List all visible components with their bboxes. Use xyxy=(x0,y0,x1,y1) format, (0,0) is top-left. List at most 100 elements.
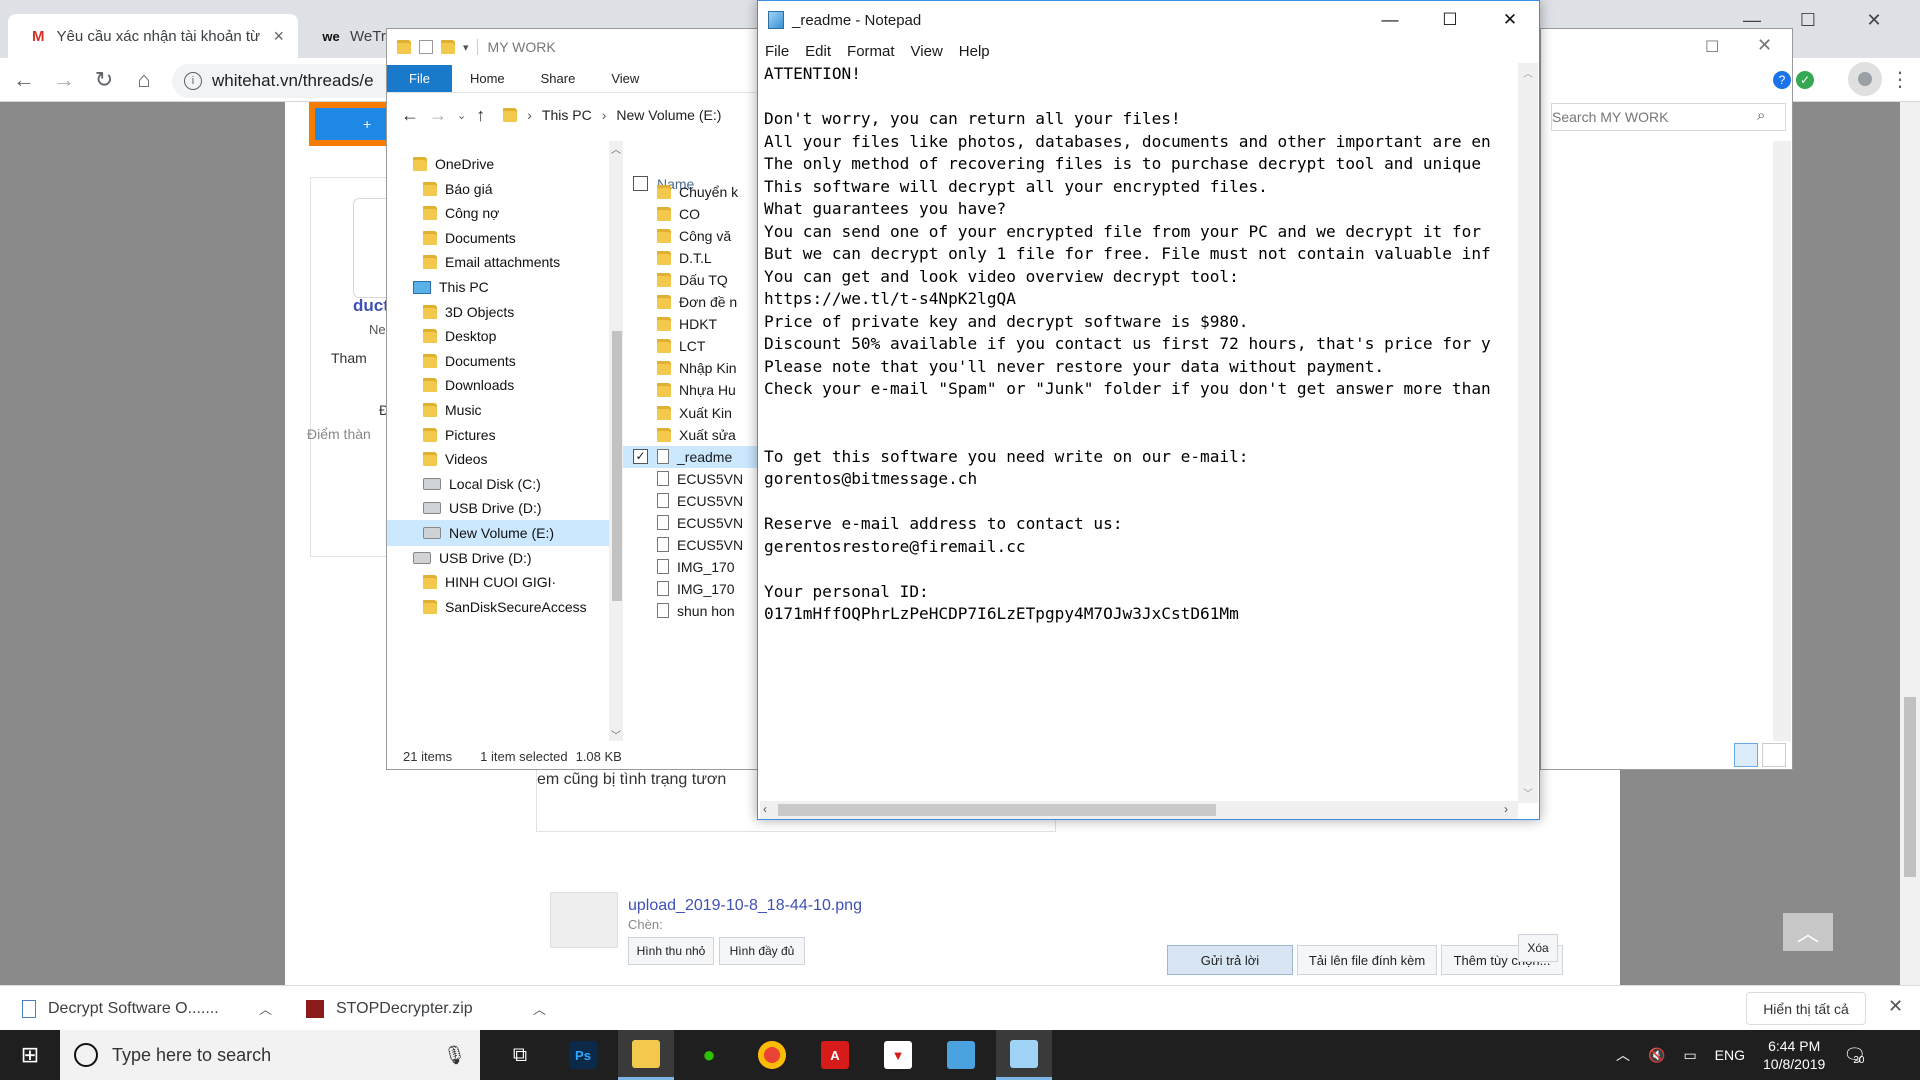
file-row[interactable]: ECUS5VN xyxy=(623,534,757,556)
breadcrumb-volume[interactable]: New Volume (E:) xyxy=(616,107,721,123)
close-download-bar-icon[interactable]: ✕ xyxy=(1888,996,1903,1017)
navigation-scrollbar[interactable]: ︿ ﹀ xyxy=(609,141,623,742)
chevron-up-icon[interactable]: ︿ xyxy=(1523,65,1533,80)
reload-icon[interactable]: ↻ xyxy=(88,64,120,96)
download-item[interactable]: Decrypt Software O....... ︿ xyxy=(22,986,272,1031)
file-row[interactable]: HDKT xyxy=(623,313,757,335)
menu-file[interactable]: File xyxy=(765,43,789,60)
file-row[interactable]: Xuất sửa xyxy=(623,424,757,446)
nav-item[interactable]: This PC xyxy=(387,274,617,300)
file-row[interactable]: Xuất Kin xyxy=(623,402,757,424)
notepad-horizontal-scrollbar[interactable]: ‹ › xyxy=(760,801,1518,819)
browser-close-button[interactable]: ✕ xyxy=(1846,0,1902,40)
nav-item[interactable]: USB Drive (D:) xyxy=(387,495,617,521)
taskbar-clock[interactable]: 6:44 PM 10/8/2019 xyxy=(1763,1037,1825,1073)
show-all-downloads-button[interactable]: Hiển thị tất cả xyxy=(1746,992,1866,1025)
nav-item[interactable]: Documents xyxy=(387,225,617,251)
file-row[interactable]: Đơn đề n xyxy=(623,291,757,313)
chevron-down-icon[interactable]: ﹀ xyxy=(611,727,621,742)
notepad-text-area[interactable]: ATTENTION! Don't worry, you can return al… xyxy=(764,63,1516,803)
search-input[interactable]: Search MY WORK xyxy=(1551,103,1786,131)
new-folder-icon[interactable] xyxy=(441,40,455,54)
file-row[interactable]: ECUS5VN xyxy=(623,490,757,512)
nav-item[interactable]: Documents xyxy=(387,348,617,374)
nav-item[interactable]: Công nợ xyxy=(387,200,617,226)
user-name[interactable]: duct xyxy=(353,296,389,316)
check-badge-icon[interactable]: ✓ xyxy=(1796,71,1814,89)
notepad-app-icon[interactable] xyxy=(996,1030,1052,1080)
insert-thumbnail-button[interactable]: Hình thu nhỏ xyxy=(628,937,714,965)
file-row[interactable]: ✓ _readme xyxy=(623,445,757,468)
ribbon-tab-share[interactable]: Share xyxy=(523,65,594,92)
battery-icon[interactable]: ▭ xyxy=(1683,1047,1696,1064)
breadcrumb-this-pc[interactable]: This PC xyxy=(542,107,592,123)
upload-attachment-button[interactable]: Tải lên file đính kèm xyxy=(1297,945,1437,975)
nav-item[interactable]: Music xyxy=(387,397,617,423)
chevron-up-icon[interactable]: ︿ xyxy=(611,141,621,156)
notepad-close-button[interactable]: ✕ xyxy=(1480,1,1540,39)
page-scrollbar-thumb[interactable] xyxy=(1904,697,1916,877)
ribbon-tab-home[interactable]: Home xyxy=(452,65,523,92)
file-row[interactable]: Nhựa Hu xyxy=(623,379,757,401)
download-item[interactable]: STOPDecrypter.zip ︿ xyxy=(306,986,546,1031)
properties-icon[interactable] xyxy=(419,40,433,54)
attachment-filename[interactable]: upload_2019-10-8_18-44-10.png xyxy=(628,897,862,915)
acrobat-app-icon[interactable]: A xyxy=(807,1030,863,1080)
menu-view[interactable]: View xyxy=(911,43,943,60)
close-tab-icon[interactable]: × xyxy=(273,26,284,47)
file-row[interactable]: ECUS5VN xyxy=(623,468,757,490)
delete-attachment-button[interactable]: Xóa xyxy=(1518,934,1558,962)
chevron-left-icon[interactable]: ‹ xyxy=(763,802,767,816)
scroll-to-top-button[interactable]: ︿ xyxy=(1783,913,1833,951)
chevron-down-icon[interactable]: ▾ xyxy=(463,41,469,54)
file-row[interactable]: IMG_170 xyxy=(623,556,757,578)
microphone-icon[interactable]: 🎙 xyxy=(443,1045,466,1066)
windows-start-icon[interactable]: ⊞ xyxy=(0,1030,60,1080)
chevron-down-icon[interactable]: ⌄ xyxy=(457,109,466,122)
nav-item[interactable]: Báo giá xyxy=(387,176,617,202)
file-row[interactable]: D.T.L xyxy=(623,247,757,269)
notification-icon[interactable]: 🗨 20 xyxy=(1843,1045,1866,1066)
nav-item[interactable]: 3D Objects xyxy=(387,299,617,325)
nav-item[interactable]: USB Drive (D:) xyxy=(387,545,617,571)
notepad-minimize-button[interactable]: — xyxy=(1360,1,1420,39)
chevron-up-icon[interactable]: ︿ xyxy=(533,999,546,1018)
nav-item[interactable]: Desktop xyxy=(387,323,617,349)
forward-arrow-icon[interactable]: → xyxy=(429,105,447,126)
nav-item[interactable]: Downloads xyxy=(387,372,617,398)
back-arrow-icon[interactable]: ← xyxy=(401,105,419,126)
file-row[interactable]: IMG_170 xyxy=(623,578,757,600)
menu-kebab-icon[interactable]: ⋮ xyxy=(1890,62,1910,96)
page-scrollbar[interactable] xyxy=(1900,102,1920,985)
file-row[interactable]: Dấu TQ xyxy=(623,269,757,291)
network-app-icon[interactable] xyxy=(933,1030,989,1080)
speaker-muted-icon[interactable]: 🔇 xyxy=(1648,1047,1665,1064)
file-row[interactable]: shun hon xyxy=(623,600,757,622)
nav-item[interactable]: SanDiskSecureAccess xyxy=(387,594,617,620)
security-app-icon[interactable]: ▼ xyxy=(870,1030,926,1080)
language-indicator[interactable]: ENG xyxy=(1715,1047,1745,1063)
close-icon[interactable]: ✕ xyxy=(1757,35,1772,56)
menu-edit[interactable]: Edit xyxy=(805,43,831,60)
file-row[interactable]: Công vă xyxy=(623,225,757,247)
row-checkbox[interactable]: ✓ xyxy=(633,449,648,465)
task-view-icon[interactable]: ⧉ xyxy=(492,1030,548,1080)
nav-item[interactable]: Local Disk (C:) xyxy=(387,471,617,497)
ribbon-tab-view[interactable]: View xyxy=(593,65,657,92)
notepad-vertical-scrollbar[interactable]: ︿ ﹀ xyxy=(1518,63,1538,803)
nav-item[interactable]: Email attachments xyxy=(387,249,617,275)
ribbon-tab-file[interactable]: File xyxy=(387,65,452,92)
nav-item[interactable]: New Volume (E:) xyxy=(387,520,617,546)
navigation-scrollbar-thumb[interactable] xyxy=(612,331,622,601)
forward-arrow-icon[interactable]: → xyxy=(48,64,80,96)
details-view-icon[interactable] xyxy=(1734,743,1758,767)
large-icons-view-icon[interactable] xyxy=(1762,743,1786,767)
file-row[interactable]: Chuyển k xyxy=(623,181,757,203)
back-arrow-icon[interactable]: ← xyxy=(8,64,40,96)
chevron-up-icon[interactable]: ︿ xyxy=(259,999,272,1018)
file-row[interactable]: Nhập Kin xyxy=(623,357,757,379)
horizontal-scrollbar-thumb[interactable] xyxy=(778,804,1216,816)
photoshop-app-icon[interactable]: Ps xyxy=(555,1030,611,1080)
notepad-maximize-button[interactable]: ☐ xyxy=(1420,1,1480,39)
wechat-app-icon[interactable]: ● xyxy=(681,1030,737,1080)
